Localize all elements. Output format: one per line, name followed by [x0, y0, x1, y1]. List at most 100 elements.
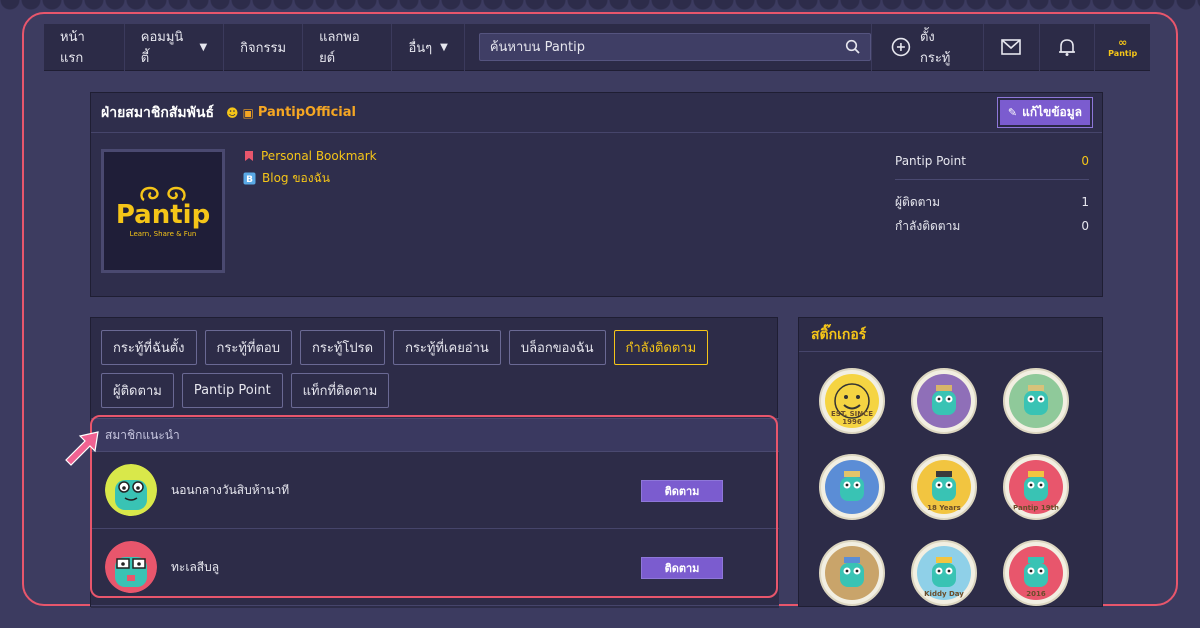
- official-name: PantipOfficial: [257, 105, 356, 120]
- sticker-character-icon: [932, 471, 956, 501]
- follow-button[interactable]: ติดตาม: [641, 557, 723, 579]
- tab-7[interactable]: Pantip Point: [181, 373, 283, 408]
- stat-value: 1: [1081, 195, 1089, 209]
- tab-5[interactable]: กำลังติดตาม: [613, 330, 709, 365]
- tab-0[interactable]: กระทู้ที่ฉันตั้ง: [101, 330, 197, 365]
- tab-bar: กระทู้ที่ฉันตั้ง กระทู้ที่ตอบ กระทู้โปรด กร…: [91, 318, 779, 408]
- sailor-sticker-icon[interactable]: [1003, 368, 1069, 434]
- sticker-grid: EST. SINCE 1996 18 Years Pantip 19th Kiddy …: [819, 368, 1099, 606]
- personal-bookmark-label: Personal Bookmark: [261, 149, 377, 163]
- caret-down-icon: ▼: [199, 41, 208, 53]
- sticker-character-icon: [932, 385, 956, 415]
- official-badge: ☻ ▣ PantipOfficial: [226, 105, 356, 120]
- profile-title: ฝ่ายสมาชิกสัมพันธ์: [101, 104, 214, 121]
- stat-following: กำลังติดตาม 0: [895, 214, 1089, 238]
- follow-button[interactable]: ติดตาม: [641, 480, 723, 502]
- member-name[interactable]: นอนกลางวันสิบห้านาที: [171, 481, 289, 500]
- tab-6[interactable]: ผู้ติดตาม: [101, 373, 174, 408]
- caret-down-icon: ▼: [440, 41, 448, 53]
- new-year-2016-sticker-icon[interactable]: 2016: [1003, 540, 1069, 606]
- notifications-button[interactable]: [1038, 23, 1095, 71]
- logo-tagline: Learn, Share & Fun: [129, 230, 197, 238]
- add-topic-icon: [891, 37, 911, 57]
- personal-bookmark-link[interactable]: Personal Bookmark: [243, 149, 377, 163]
- recommended-heading: สมาชิกแนะนำ: [91, 418, 779, 452]
- face-badge-icon: ☻: [226, 105, 239, 120]
- user-avatar-menu[interactable]: ∞ Pantip: [1094, 23, 1150, 71]
- search-box[interactable]: [478, 33, 872, 61]
- list-item: ทะเลสีบลู ติดตาม: [91, 529, 779, 606]
- search-input[interactable]: [489, 39, 830, 55]
- sticker-art: [825, 546, 879, 600]
- sticker-tag: EST. SINCE 1996: [830, 410, 874, 426]
- list-item: นอนกลางวันสิบห้านาที ติดตาม: [91, 452, 779, 529]
- my-blog-link[interactable]: B Blog ของฉัน: [243, 169, 377, 188]
- sticker-character-icon: [932, 557, 956, 587]
- nav-home-label: หน้าแรก: [60, 30, 85, 66]
- pencil-icon: ✎: [1007, 106, 1018, 119]
- edit-profile-label: แก้ไขข้อมูล: [1022, 105, 1082, 119]
- mail-icon: [1001, 39, 1022, 55]
- nav-activities-label: กิจกรรม: [240, 40, 287, 56]
- sticker-art: [1009, 374, 1063, 428]
- nav-activities[interactable]: กิจกรรม: [224, 23, 304, 71]
- tab-1[interactable]: กระทู้ที่ตอบ: [204, 330, 292, 365]
- sticker-character-icon: [840, 471, 864, 501]
- sticker-tag: 2016: [1026, 590, 1046, 598]
- stat-followers: ผู้ติดตาม 1: [895, 190, 1089, 214]
- new-topic-button[interactable]: ตั้งกระทู้: [871, 23, 983, 71]
- nav-community[interactable]: คอมมูนิตี้ ▼: [125, 23, 225, 71]
- profile-photo: Pantip Learn, Share & Fun: [101, 149, 225, 273]
- top-navbar: หน้าแรก คอมมูนิตี้ ▼ กิจกรรม แลกพอยต์ อื…: [44, 23, 1150, 71]
- stat-label: ผู้ติดตาม: [895, 194, 941, 209]
- tab-3[interactable]: กระทู้ที่เคยอ่าน: [393, 330, 501, 365]
- sticker-tag: 18 Years: [927, 504, 961, 512]
- ship-sticker-icon[interactable]: [911, 368, 977, 434]
- nav-points[interactable]: แลกพอยต์: [303, 23, 393, 71]
- sticker-art: [917, 374, 971, 428]
- bell-icon: [1058, 39, 1075, 56]
- football-sticker-icon[interactable]: [819, 454, 885, 520]
- avatar[interactable]: [105, 464, 157, 516]
- pantip-19th-sticker-icon[interactable]: Pantip 19th: [1003, 454, 1069, 520]
- stat-label: กำลังติดตาม: [895, 218, 961, 233]
- smiley-sticker-icon[interactable]: EST. SINCE 1996: [819, 368, 885, 434]
- anniversary-sticker-icon[interactable]: 18 Years: [911, 454, 977, 520]
- activity-tabs-card: กระทู้ที่ฉันตั้ง กระทู้ที่ตอบ กระทู้โปรด กร…: [90, 317, 779, 608]
- profile-stats: Pantip Point 0 ผู้ติดตาม 1 กำลังติดตาม 0: [895, 149, 1089, 238]
- member-avatar-icon: [105, 464, 157, 516]
- edit-profile-button[interactable]: ✎ แก้ไขข้อมูล: [996, 97, 1094, 128]
- sticker-character-icon: [1024, 471, 1048, 501]
- profile-links: Personal Bookmark B Blog ของฉัน: [243, 149, 377, 194]
- stat-value: 0: [1081, 219, 1089, 233]
- sticker-tag: Kiddy Day: [924, 590, 964, 598]
- nav-others[interactable]: อื่นๆ ▼: [392, 23, 465, 71]
- messages-button[interactable]: [982, 23, 1039, 71]
- member-name[interactable]: ทะเลสีบลู: [171, 558, 219, 577]
- avatar[interactable]: [105, 541, 157, 593]
- sticker-panel: สติ๊กเกอร์ EST. SINCE 1996 18 Years Pantip…: [798, 317, 1103, 607]
- tab-8[interactable]: แท็กที่ติดตาม: [290, 373, 390, 408]
- mini-logo-text: Pantip: [1108, 49, 1138, 58]
- graduate-sticker-icon[interactable]: [819, 540, 885, 606]
- tab-4[interactable]: บล็อกของฉัน: [508, 330, 606, 365]
- nav-home[interactable]: หน้าแรก: [44, 23, 125, 71]
- new-topic-label: ตั้งกระทู้: [919, 30, 951, 66]
- nav-community-label: คอมมูนิตี้: [140, 30, 184, 66]
- svg-text:B: B: [246, 175, 253, 185]
- sticker-art: [825, 460, 879, 514]
- sticker-tag: Pantip 19th: [1013, 504, 1059, 512]
- search-icon[interactable]: [845, 39, 861, 55]
- sticker-character-icon: [1024, 557, 1048, 587]
- pantip-mini-logo-icon: ∞: [1118, 36, 1128, 49]
- member-avatar-icon: [105, 541, 157, 593]
- stat-pantip-point: Pantip Point 0: [895, 149, 1089, 173]
- kiddy-day-sticker-icon[interactable]: Kiddy Day: [911, 540, 977, 606]
- my-blog-label: Blog ของฉัน: [262, 171, 330, 185]
- recommended-members: สมาชิกแนะนำ นอนกลางวันสิบห้านาที ติดตาม: [91, 418, 779, 608]
- gift-badge-icon: ▣: [242, 105, 254, 120]
- logo-wordmark: Pantip: [115, 200, 211, 230]
- tab-2[interactable]: กระทู้โปรด: [300, 330, 386, 365]
- sticker-heading: สติ๊กเกอร์: [799, 318, 1102, 352]
- nav-others-label: อื่นๆ: [408, 40, 433, 56]
